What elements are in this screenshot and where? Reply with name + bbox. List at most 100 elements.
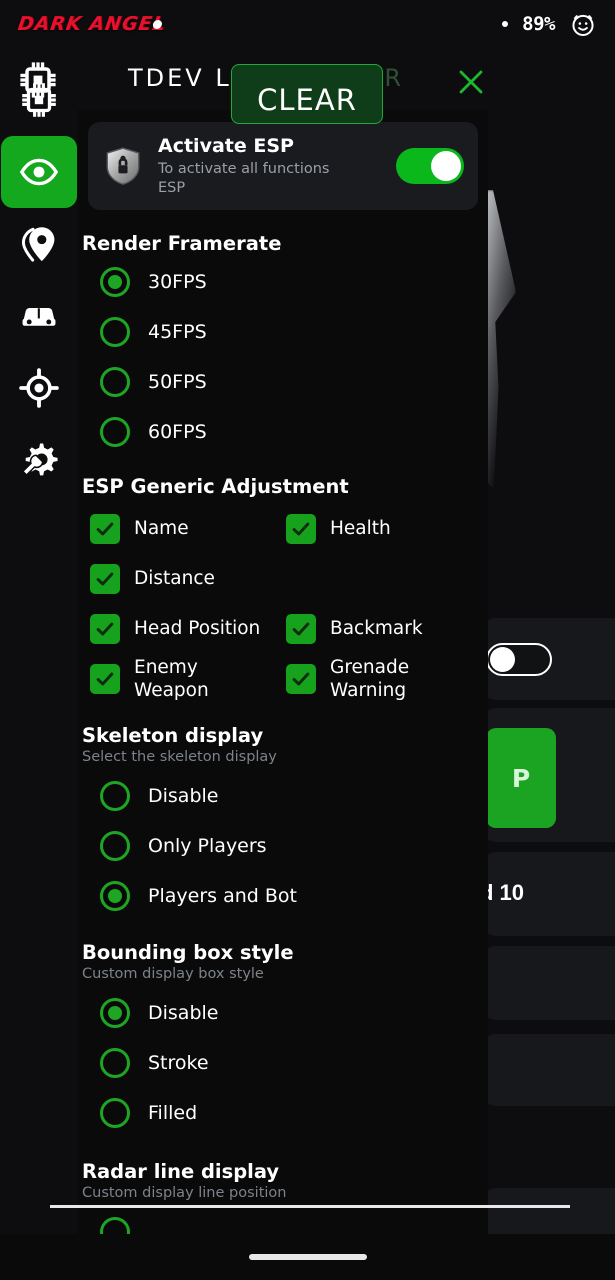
bounding-box-title: Bounding box style — [82, 941, 294, 964]
status-bar-right: 89% — [502, 10, 597, 38]
checkbox-row: Name Health — [90, 504, 488, 554]
sidebar-item-aimbot[interactable] — [1, 352, 77, 424]
radio-option-30fps[interactable]: 30FPS — [78, 257, 488, 307]
close-x-icon[interactable] — [455, 66, 487, 98]
devil-smiley-icon — [572, 14, 594, 36]
render-framerate-title: Render Framerate — [82, 232, 282, 255]
radio-dot — [108, 275, 122, 289]
status-bar: DARK ANGEL 89% — [0, 0, 615, 48]
page-title-prefix: TDEV L — [128, 64, 232, 92]
checkbox — [286, 664, 316, 694]
radar-line-subtitle: Custom display line position — [82, 1185, 287, 1201]
radar-line-title: Radar line display — [82, 1160, 280, 1183]
check-icon — [292, 622, 310, 636]
radio-label: Only Players — [148, 835, 267, 857]
checkbox-label: Distance — [134, 568, 215, 590]
location-pin-icon — [21, 227, 55, 262]
esp-settings-panel[interactable]: Activate ESP To activate all functions E… — [78, 110, 488, 1280]
nav-gesture-pill[interactable] — [248, 1254, 367, 1260]
radio-option-box-stroke[interactable]: Stroke — [78, 1038, 488, 1088]
radio-label: 30FPS — [148, 271, 207, 293]
radio-label: Filled — [148, 1102, 198, 1124]
radio-label: 45FPS — [148, 321, 207, 343]
sidebar-item-esp-eye[interactable] — [1, 136, 77, 208]
battery-percentage: 89% — [522, 13, 555, 35]
radio-label: 50FPS — [148, 371, 207, 393]
sidebar-item-location[interactable] — [1, 208, 77, 280]
radio-label: Disable — [148, 785, 219, 807]
activate-esp-toggle[interactable] — [396, 148, 464, 184]
radio-label: Disable — [148, 1002, 219, 1024]
checkbox — [90, 564, 120, 594]
activate-esp-texts: Activate ESP To activate all functions E… — [158, 135, 396, 196]
checkbox-label: Head Position — [134, 618, 261, 640]
radio-button — [100, 881, 130, 911]
toggle-knob — [490, 647, 515, 672]
shield-lock-icon — [106, 147, 140, 185]
radio-label: Players and Bot — [148, 885, 297, 907]
radio-label: Stroke — [148, 1052, 209, 1074]
sidebar-item-vehicle[interactable] — [1, 280, 77, 352]
radio-button — [100, 1098, 130, 1128]
checkbox-item-head-position[interactable]: Head Position — [90, 604, 286, 654]
clear-button[interactable]: CLEAR — [231, 64, 383, 124]
radio-option-60fps[interactable]: 60FPS — [78, 407, 488, 457]
esp-generic-grid: Name Health Distance Head Position Backm… — [78, 504, 488, 704]
radio-button — [100, 1048, 130, 1078]
radio-option-skeleton-disable[interactable]: Disable — [78, 771, 488, 821]
crosshair-icon — [19, 368, 59, 408]
checkbox-row: Head Position Backmark — [90, 604, 488, 654]
check-icon — [96, 572, 114, 586]
activate-esp-card[interactable]: Activate ESP To activate all functions E… — [88, 122, 478, 210]
checkbox — [90, 614, 120, 644]
checkbox-row: Enemy Weapon Grenade Warning — [90, 654, 488, 704]
radio-option-45fps[interactable]: 45FPS — [78, 307, 488, 357]
check-icon — [96, 622, 114, 636]
radio-button — [100, 998, 130, 1028]
radio-option-skeleton-players-and-bot[interactable]: Players and Bot — [78, 871, 488, 921]
esp-generic-title: ESP Generic Adjustment — [82, 475, 349, 498]
skeleton-display-title: Skeleton display — [82, 724, 264, 747]
background-toggle-off[interactable] — [486, 643, 552, 676]
checkbox-row: Distance — [90, 554, 488, 604]
radio-option-skeleton-only-players[interactable]: Only Players — [78, 821, 488, 871]
sidebar-nav — [0, 56, 78, 1280]
checkbox-item-health[interactable]: Health — [286, 504, 482, 554]
radio-button — [100, 831, 130, 861]
checkbox-item-backmark[interactable]: Backmark — [286, 604, 482, 654]
checkbox-item-enemy-weapon[interactable]: Enemy Weapon — [90, 654, 286, 704]
checkbox — [286, 614, 316, 644]
sidebar-item-settings[interactable] — [1, 424, 77, 496]
radio-button — [100, 317, 130, 347]
background-green-button[interactable]: P — [486, 728, 556, 828]
checkbox-item-distance[interactable]: Distance — [90, 554, 286, 604]
checkbox-label: Health — [330, 518, 391, 540]
checkbox-item-grenade-warning[interactable]: Grenade Warning — [286, 654, 482, 704]
checkbox-label: Name — [134, 518, 189, 540]
dot-indicator-icon — [502, 21, 509, 27]
activate-esp-title: Activate ESP — [158, 135, 294, 158]
background-card — [482, 946, 615, 1020]
radio-option-box-filled[interactable]: Filled — [78, 1088, 488, 1138]
android-nav-bar — [0, 1234, 615, 1280]
app-screen: P d 10 DARK ANGEL 89% TDEV L CLEAR Activ… — [0, 0, 615, 1280]
app-brand-logo: DARK ANGEL — [16, 13, 167, 35]
check-icon — [96, 522, 114, 536]
radio-button — [100, 417, 130, 447]
radio-option-box-disable[interactable]: Disable — [78, 988, 488, 1038]
skeleton-display-subtitle: Select the skeleton display — [82, 749, 277, 765]
radio-button — [100, 267, 130, 297]
checkbox-item-name[interactable]: Name — [90, 504, 286, 554]
radio-option-50fps[interactable]: 50FPS — [78, 357, 488, 407]
check-icon — [96, 672, 114, 686]
checkbox-label: Grenade Warning — [330, 656, 410, 701]
car-icon — [22, 307, 56, 326]
checkbox-label: Backmark — [330, 618, 423, 640]
radio-label: 60FPS — [148, 421, 207, 443]
gear-wrench-icon — [21, 443, 58, 477]
checkbox — [286, 514, 316, 544]
cpu-chip-icon[interactable] — [16, 58, 60, 102]
radio-button — [100, 367, 130, 397]
toggle-knob — [431, 151, 461, 181]
checkbox-item-empty — [286, 554, 482, 604]
